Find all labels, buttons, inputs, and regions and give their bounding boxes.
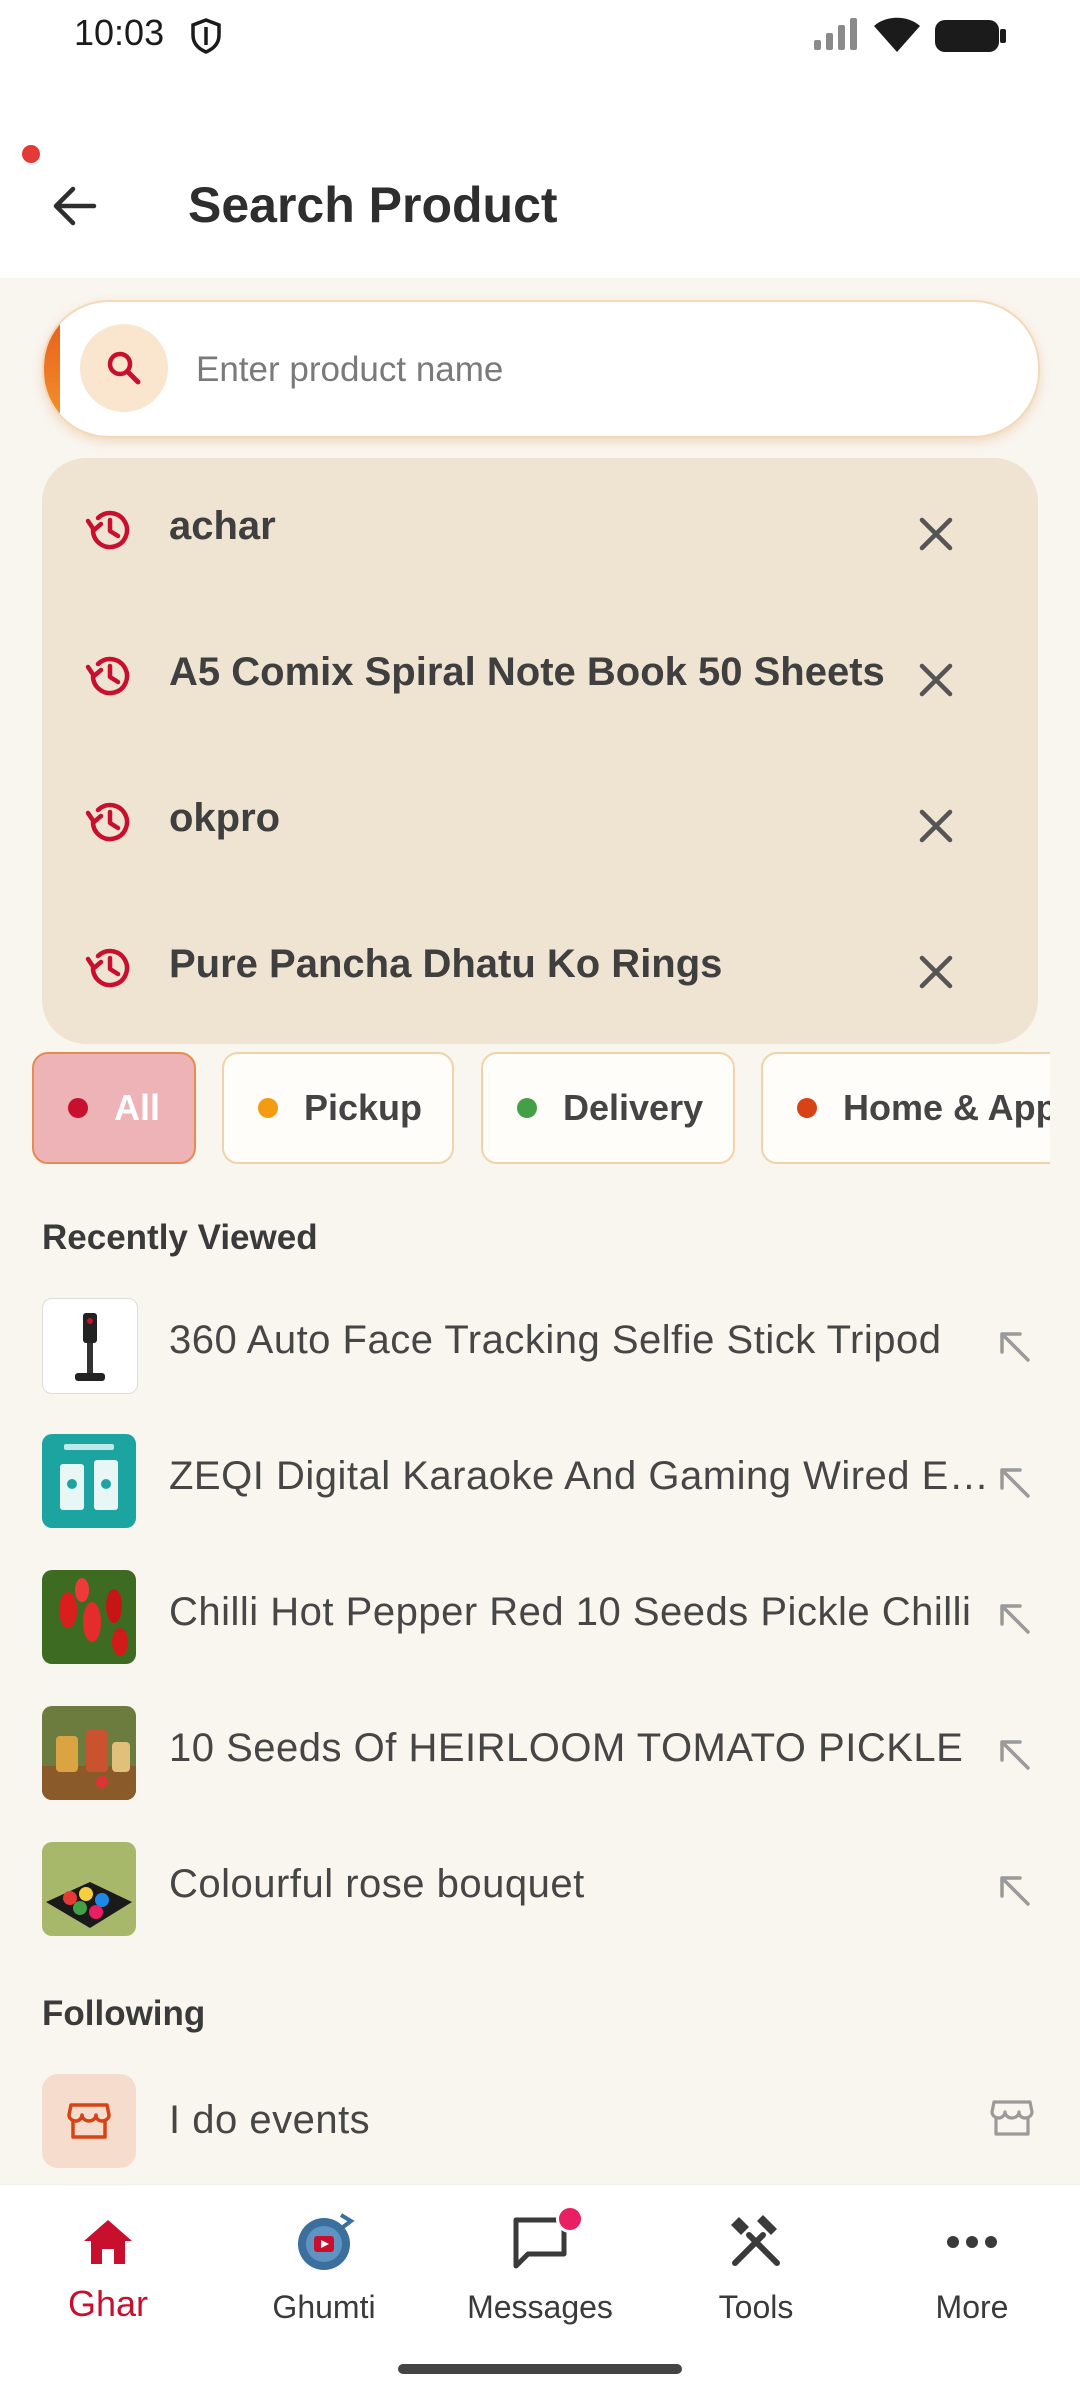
arrow-left-icon [53, 186, 97, 226]
chat-icon [432, 2207, 648, 2277]
store-icon [42, 2074, 136, 2168]
recent-item[interactable]: 360 Auto Face Tracking Selfie Stick Trip… [0, 1276, 1080, 1412]
filter-chips: All Pickup Delivery Home & App [0, 1048, 1050, 1174]
chip-dot [517, 1098, 537, 1118]
arrow-up-left-icon[interactable] [992, 1596, 1038, 1642]
following-item[interactable]: I do events [0, 2060, 1080, 2180]
home-indicator [398, 2364, 682, 2374]
remove-history-button[interactable] [908, 506, 964, 562]
history-item[interactable]: Pure Pancha Dhatu Ko Rings [42, 896, 1038, 1042]
recent-item[interactable]: Colourful rose bouquet [0, 1820, 1080, 1956]
arrow-up-left-icon[interactable] [992, 1460, 1038, 1506]
history-text: Pure Pancha Dhatu Ko Rings [169, 942, 723, 986]
product-thumbnail [42, 1298, 138, 1394]
search-accent [44, 302, 60, 436]
nav-item-ghar[interactable]: Ghar [0, 2185, 216, 2335]
chip-label: Delivery [563, 1087, 704, 1128]
nav-item-messages[interactable]: Messages [432, 2185, 648, 2335]
chip-label: All [114, 1087, 161, 1128]
arrow-up-left-icon[interactable] [992, 1868, 1038, 1914]
arrow-up-left-icon[interactable] [992, 1732, 1038, 1778]
product-thumbnail [42, 1434, 136, 1528]
recent-item-title: ZEQI Digital Karaoke And Gaming Wired Ea… [169, 1454, 989, 1498]
recent-item-title: 360 Auto Face Tracking Selfie Stick Trip… [169, 1318, 942, 1362]
history-text: okpro [169, 796, 281, 840]
remove-history-button[interactable] [908, 944, 964, 1000]
nav-label: Tools [718, 2289, 794, 2325]
signal-icon [814, 18, 857, 50]
close-icon [919, 663, 953, 697]
filter-chip-delivery[interactable]: Delivery [481, 1052, 735, 1164]
filter-chip-pickup[interactable]: Pickup [222, 1052, 454, 1164]
filter-chip-all[interactable]: All [32, 1052, 196, 1164]
nav-label: Messages [467, 2289, 613, 2325]
history-icon [85, 948, 130, 988]
tools-icon [648, 2207, 864, 2277]
following-title: Following [42, 1994, 206, 2033]
remove-history-button[interactable] [908, 798, 964, 854]
chip-label: Home & App [843, 1087, 1050, 1128]
chip-dot [258, 1098, 278, 1118]
notification-dot [556, 2205, 584, 2233]
recording-indicator [22, 145, 40, 163]
shield-icon [191, 18, 221, 54]
nav-item-tools[interactable]: Tools [648, 2185, 864, 2335]
history-icon [85, 656, 130, 696]
page-title: Search Product [188, 177, 558, 233]
recent-item-title: Colourful rose bouquet [169, 1862, 585, 1906]
remove-history-button[interactable] [908, 652, 964, 708]
more-icon [864, 2207, 1080, 2277]
history-icon [85, 802, 130, 842]
home-icon [0, 2207, 216, 2277]
chip-label: Pickup [304, 1087, 423, 1128]
nav-item-ghumti[interactable]: Ghumti [216, 2185, 432, 2335]
status-bar: 10:03 [0, 0, 1080, 72]
close-icon [919, 809, 953, 843]
nav-label: Ghumti [272, 2289, 376, 2325]
recent-item[interactable]: Chilli Hot Pepper Red 10 Seeds Pickle Ch… [0, 1548, 1080, 1684]
recently-viewed-title: Recently Viewed [42, 1218, 318, 1257]
history-icon [85, 510, 130, 550]
nav-label: Ghar [67, 2283, 149, 2324]
product-thumbnail [42, 1706, 136, 1800]
following-store-name: I do events [169, 2098, 371, 2142]
chip-dot [797, 1098, 817, 1118]
nav-label: More [935, 2289, 1009, 2325]
chip-dot [68, 1098, 88, 1118]
history-item[interactable]: achar [42, 458, 1038, 604]
status-time: 10:03 [74, 12, 165, 53]
search-bar[interactable] [42, 300, 1040, 438]
search-input[interactable] [194, 326, 1018, 414]
product-thumbnail [42, 1570, 136, 1664]
recent-item-title: 10 Seeds Of HEIRLOOM TOMATO PICKLE [169, 1726, 964, 1770]
recent-item-title: Chilli Hot Pepper Red 10 Seeds Pickle Ch… [169, 1590, 972, 1634]
close-icon [919, 517, 953, 551]
close-icon [919, 955, 953, 989]
app-bar [0, 72, 1080, 278]
product-thumbnail [42, 1842, 136, 1936]
search-history: achar A5 Comix Spiral Note Book 50 Sheet… [42, 458, 1038, 1044]
search-icon [80, 324, 168, 412]
history-text: A5 Comix Spiral Note Book 50 Sheets [169, 650, 885, 694]
battery-icon [935, 20, 1006, 52]
nav-item-more[interactable]: More [864, 2185, 1080, 2335]
store-icon [990, 2100, 1034, 2136]
filter-chip-home-app[interactable]: Home & App [761, 1052, 1050, 1164]
recent-item[interactable]: 10 Seeds Of HEIRLOOM TOMATO PICKLE [0, 1684, 1080, 1820]
wifi-icon [874, 17, 920, 52]
recent-item[interactable]: ZEQI Digital Karaoke And Gaming Wired Ea… [0, 1412, 1080, 1548]
globe-icon [216, 2207, 432, 2277]
arrow-up-left-icon[interactable] [992, 1324, 1038, 1370]
history-item[interactable]: okpro [42, 750, 1038, 896]
back-button[interactable] [40, 172, 108, 240]
history-text: achar [169, 504, 276, 548]
history-item[interactable]: A5 Comix Spiral Note Book 50 Sheets [42, 604, 1038, 750]
